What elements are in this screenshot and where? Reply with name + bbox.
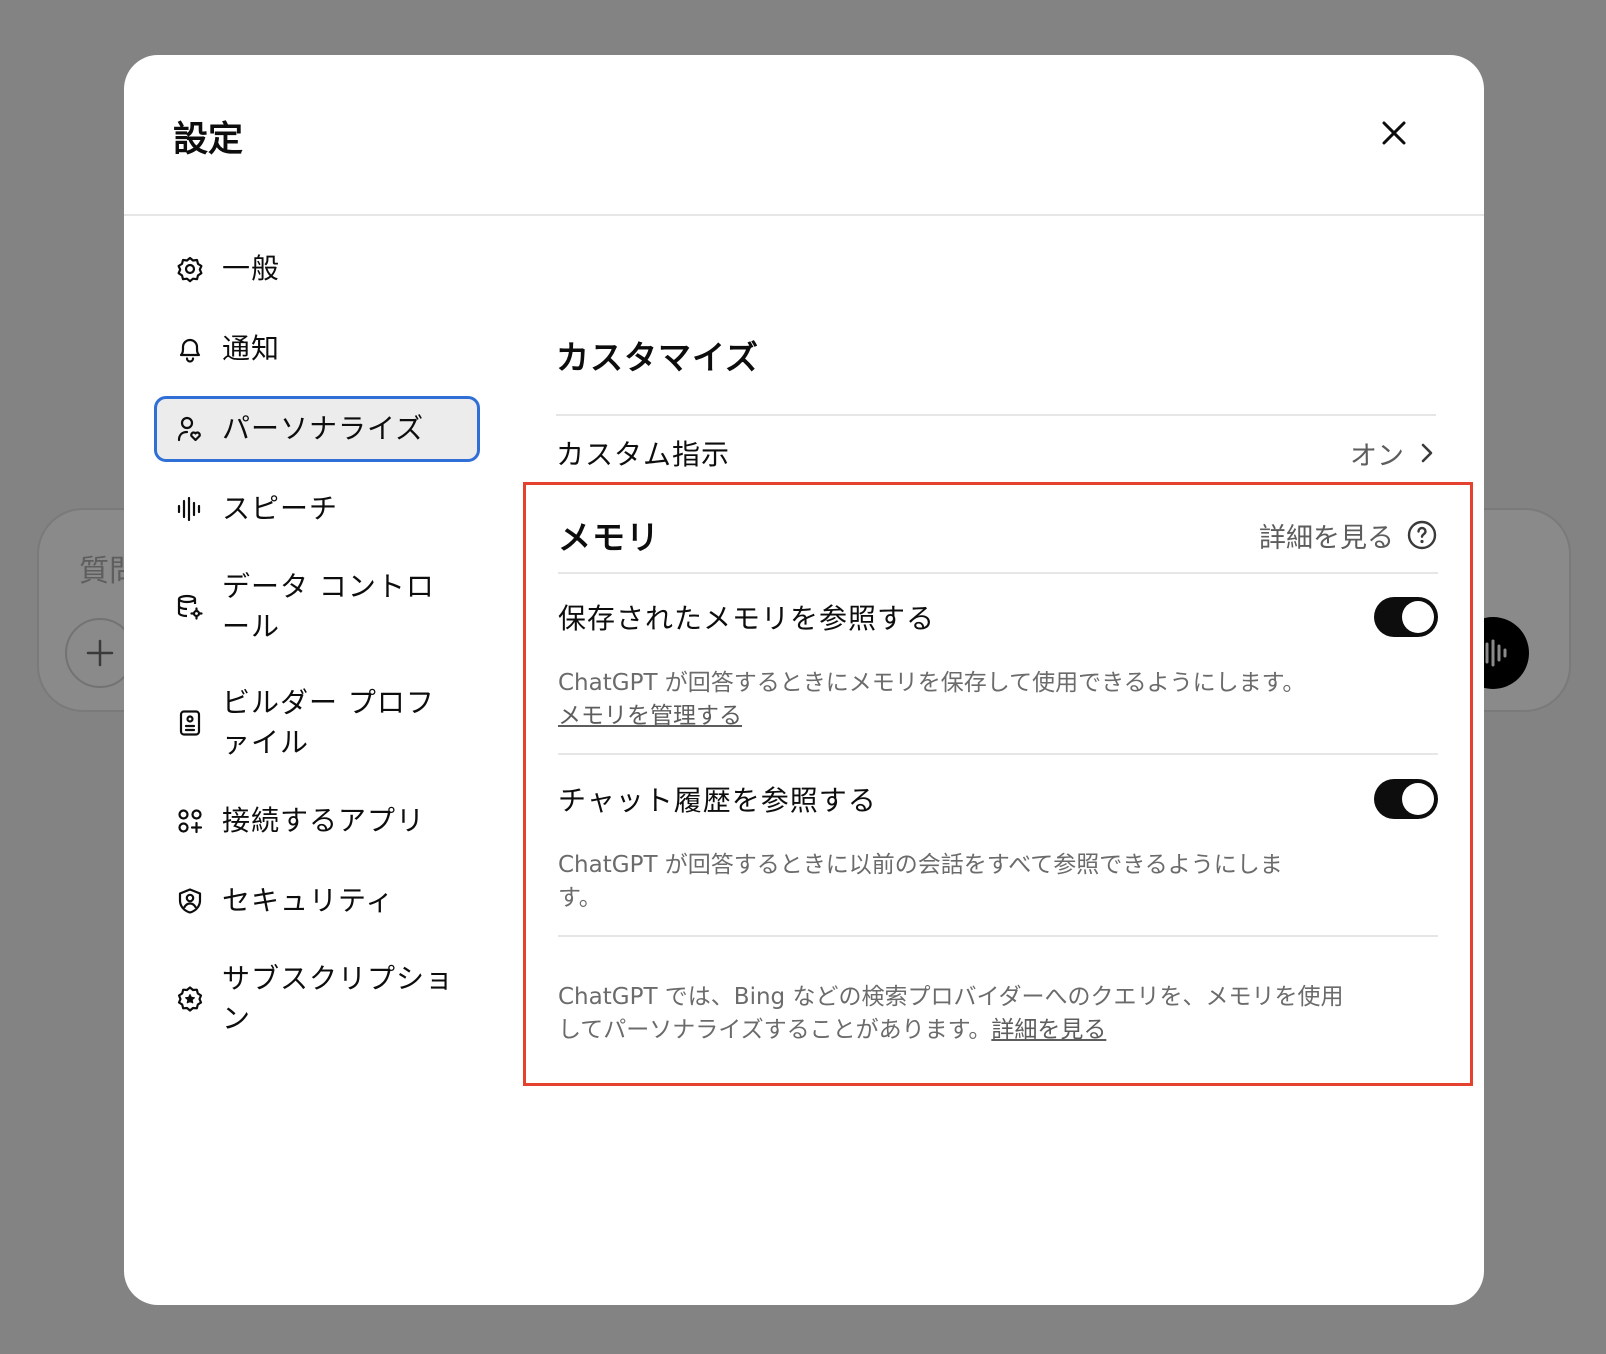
chat-history-toggle[interactable] xyxy=(1374,779,1438,819)
footnote-learn-more-link[interactable]: 詳細を見る xyxy=(991,1017,1106,1043)
custom-instructions-value: オン xyxy=(1350,440,1404,472)
sidebar-item-general[interactable]: 一般 xyxy=(154,236,480,302)
footnote-text: ChatGPT では、Bing などの検索プロバイダーへのクエリを、メモリを使用… xyxy=(558,984,1344,1043)
bell-icon xyxy=(175,334,205,364)
chat-history-description: ChatGPT が回答するときに以前の会話をすべて参照できるようにします。 xyxy=(558,852,1283,911)
settings-modal: 設定 一般 通知 パーソナライズ スピーチ データ コントロール ビルダー プロ… xyxy=(124,55,1484,1305)
database-gear-icon xyxy=(175,592,205,622)
sidebar-item-builder-profile[interactable]: ビルダー プロファイル xyxy=(154,672,480,774)
memory-section: メモリ 詳細を見る 保存されたメモリを参照する ChatGPT が回答するときに… xyxy=(558,485,1438,1083)
sidebar-item-label: 接続するアプリ xyxy=(222,804,426,837)
sidebar-item-speech[interactable]: スピーチ xyxy=(154,476,480,542)
sidebar-item-notifications[interactable]: 通知 xyxy=(154,316,480,382)
settings-sidebar: 一般 通知 パーソナライズ スピーチ データ コントロール ビルダー プロファイ… xyxy=(154,236,480,1064)
memory-title: メモリ xyxy=(558,518,660,557)
custom-instructions-value-group: オン xyxy=(1350,434,1436,473)
custom-instructions-row[interactable]: カスタム指示 オン xyxy=(556,416,1436,490)
toggle-knob xyxy=(1402,783,1434,815)
modal-header: 設定 xyxy=(124,55,1484,216)
saved-memory-label: 保存されたメモリを参照する xyxy=(558,602,936,635)
memory-header: メモリ 詳細を見る xyxy=(558,505,1438,565)
sidebar-item-connected-apps[interactable]: 接続するアプリ xyxy=(154,788,480,854)
help-circle-icon xyxy=(1407,520,1437,550)
memory-learn-more-link[interactable]: 詳細を見る xyxy=(1259,516,1438,555)
close-icon xyxy=(1382,121,1406,145)
sidebar-item-label: ビルダー プロファイル xyxy=(222,686,435,759)
modal-title: 設定 xyxy=(173,120,244,160)
chat-history-label: チャット履歴を参照する xyxy=(558,784,877,817)
learn-more-label: 詳細を見る xyxy=(1259,522,1394,554)
badge-star-icon xyxy=(175,984,205,1014)
sidebar-item-label: データ コントロール xyxy=(222,570,435,643)
divider xyxy=(558,572,1438,574)
manage-memory-link[interactable]: メモリを管理する xyxy=(558,703,742,729)
sidebar-item-data-controls[interactable]: データ コントロール xyxy=(154,556,480,658)
sidebar-item-security[interactable]: セキュリティ xyxy=(154,868,480,934)
customize-title: カスタマイズ xyxy=(556,338,760,377)
sidebar-item-label: サブスクリプション xyxy=(222,962,455,1035)
memory-highlight-box: メモリ 詳細を見る 保存されたメモリを参照する ChatGPT が回答するときに… xyxy=(523,482,1473,1086)
sidebar-item-label: パーソナライズ xyxy=(222,412,425,445)
toggle-knob xyxy=(1402,601,1434,633)
waveform-icon xyxy=(175,494,205,524)
sidebar-item-label: セキュリティ xyxy=(222,884,395,917)
gear-icon xyxy=(175,254,205,284)
user-heart-icon xyxy=(175,414,205,444)
saved-memory-toggle[interactable] xyxy=(1374,597,1438,637)
chat-history-setting: チャット履歴を参照する ChatGPT が回答するときに以前の会話をすべて参照で… xyxy=(558,769,1438,915)
divider xyxy=(558,935,1438,937)
sidebar-item-label: 通知 xyxy=(222,332,281,365)
chevron-right-icon xyxy=(1421,443,1433,463)
memory-footnote: ChatGPT では、Bing などの検索プロバイダーへのクエリを、メモリを使用… xyxy=(558,981,1358,1047)
sidebar-item-subscription[interactable]: サブスクリプション xyxy=(154,948,480,1050)
saved-memory-description: ChatGPT が回答するときにメモリを保存して使用できるようにします。 xyxy=(558,670,1306,696)
sidebar-item-label: 一般 xyxy=(222,252,281,285)
sidebar-item-label: スピーチ xyxy=(222,492,339,525)
shield-user-icon xyxy=(175,886,205,916)
close-button[interactable] xyxy=(1374,113,1414,153)
apps-grid-icon xyxy=(175,806,205,836)
sidebar-item-personalization[interactable]: パーソナライズ xyxy=(154,396,480,462)
divider xyxy=(558,753,1438,755)
saved-memory-description-block: ChatGPT が回答するときにメモリを保存して使用できるようにします。 メモリ… xyxy=(558,667,1338,733)
saved-memory-setting: 保存されたメモリを参照する ChatGPT が回答するときにメモリを保存して使用… xyxy=(558,587,1438,733)
id-card-icon xyxy=(175,708,205,738)
custom-instructions-label: カスタム指示 xyxy=(556,438,731,471)
